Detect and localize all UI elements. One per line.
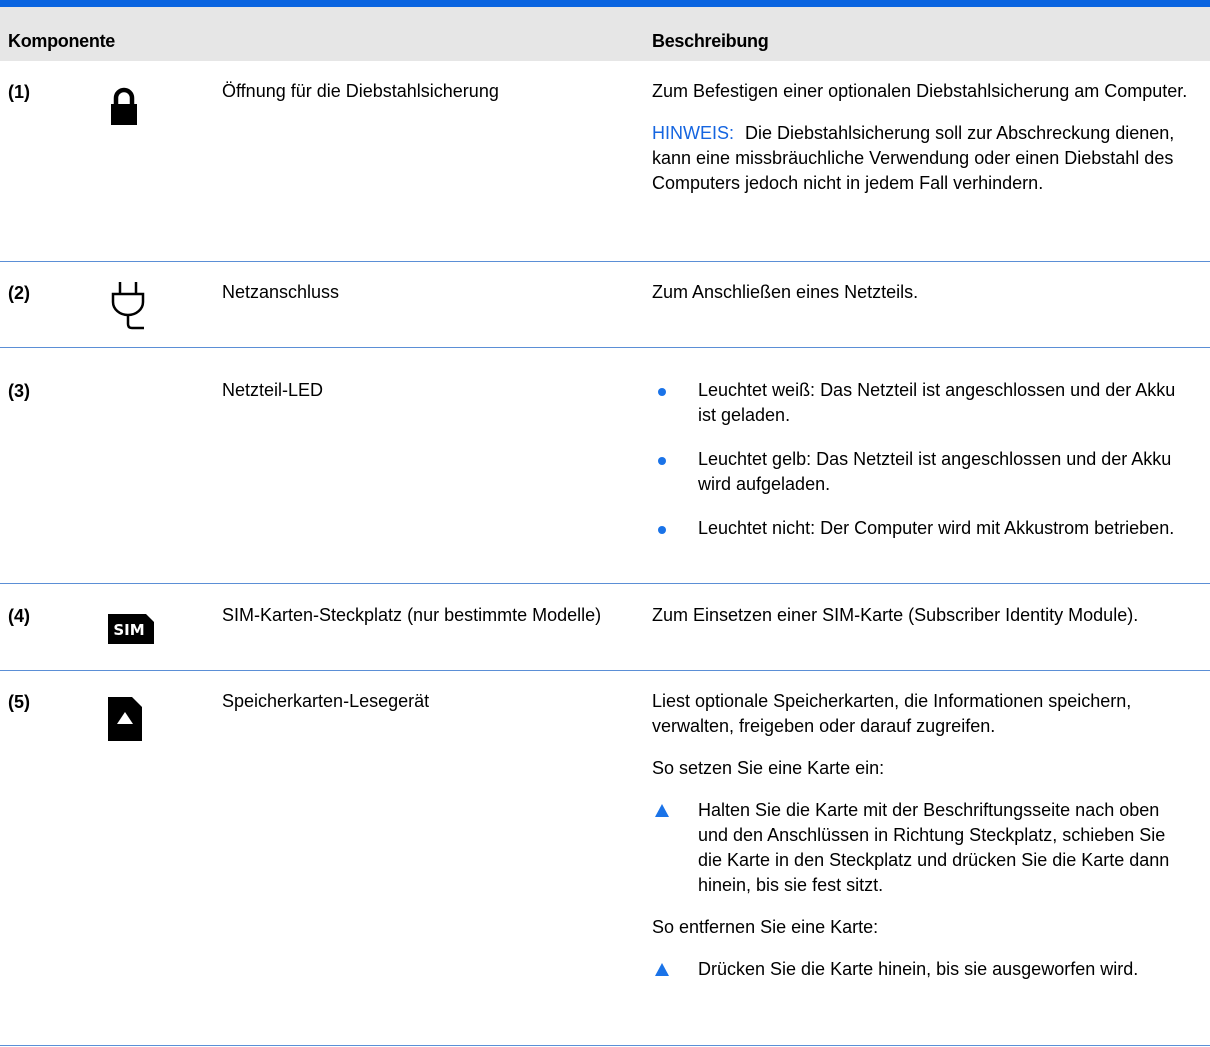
- power-plug-icon: [108, 280, 148, 337]
- component-name: Netzteil-LED: [222, 380, 324, 400]
- column-header-component: Komponente: [8, 31, 115, 51]
- insert-heading: So setzen Sie eine Karte ein:: [652, 758, 885, 778]
- sim-card-icon: SIM: [108, 614, 154, 651]
- list-item: Leuchtet nicht: Der Computer wird mit Ak…: [652, 516, 1192, 541]
- triangle-bullet-icon: [655, 804, 669, 817]
- description-text: Zum Anschließen eines Netzteils.: [652, 282, 919, 302]
- table-header: Komponente Beschreibung: [0, 7, 1210, 61]
- bullet-icon: [658, 388, 666, 396]
- description-text: Liest optionale Speicherkarten, die Info…: [652, 691, 1132, 736]
- component-description: Zum Einsetzen einer SIM-Karte (Subscribe…: [652, 603, 1192, 628]
- triangle-bullet-icon: [655, 963, 669, 976]
- bullet-icon: [658, 457, 666, 465]
- column-header-description: Beschreibung: [652, 31, 769, 51]
- list-item: Leuchtet gelb: Das Netzteil ist angeschl…: [652, 447, 1192, 497]
- svg-text:SIM: SIM: [113, 621, 144, 639]
- description-text: Zum Befestigen einer optionalen Diebstah…: [652, 81, 1188, 101]
- component-name: Öffnung für die Diebstahlsicherung: [222, 81, 499, 101]
- component-description: Zum Anschließen eines Netzteils.: [652, 280, 1192, 305]
- table-row: (1) Öffnung für die Diebstahlsicherung Z…: [0, 61, 1210, 262]
- row-number: (3): [8, 381, 30, 401]
- table-row: (4) SIM SIM-Karten-Steckplatz (nur besti…: [0, 584, 1210, 671]
- component-description: Liest optionale Speicherkarten, die Info…: [652, 689, 1192, 982]
- component-name: Netzanschluss: [222, 282, 340, 302]
- row-number: (1): [8, 82, 30, 102]
- component-name: SIM-Karten-Steckplatz (nur bestimmte Mod…: [222, 605, 602, 625]
- note: HINWEIS: Die Diebstahlsicherung soll zur…: [652, 121, 1192, 196]
- list-item: Halten Sie die Karte mit der Beschriftun…: [652, 798, 1192, 898]
- row-number: (4): [8, 606, 30, 626]
- row-number: (2): [8, 283, 30, 303]
- remove-heading: So entfernen Sie eine Karte:: [652, 917, 879, 937]
- table-row: (3) Netzteil-LED Leuchtet weiß: Das Netz…: [0, 348, 1210, 584]
- list-item: Leuchtet weiß: Das Netzteil ist angeschl…: [652, 378, 1192, 428]
- note-label: HINWEIS:: [652, 123, 735, 143]
- table-row: (2) Netzanschluss Zum Anschließen eines …: [0, 262, 1210, 348]
- row-number: (5): [8, 692, 30, 712]
- table-row: (5) Speicherkarten-Lesegerät Liest optio…: [0, 671, 1210, 1046]
- lock-icon: [108, 87, 140, 134]
- top-rule: [0, 0, 1210, 7]
- component-name: Speicherkarten-Lesegerät: [222, 691, 430, 711]
- description-text: Zum Einsetzen einer SIM-Karte (Subscribe…: [652, 605, 1139, 625]
- bullet-icon: [658, 526, 666, 534]
- component-description: Zum Befestigen einer optionalen Diebstah…: [652, 79, 1192, 196]
- list-item: Drücken Sie die Karte hinein, bis sie au…: [652, 957, 1192, 982]
- memory-card-icon: [108, 697, 142, 748]
- component-description: Leuchtet weiß: Das Netzteil ist angeschl…: [652, 378, 1192, 541]
